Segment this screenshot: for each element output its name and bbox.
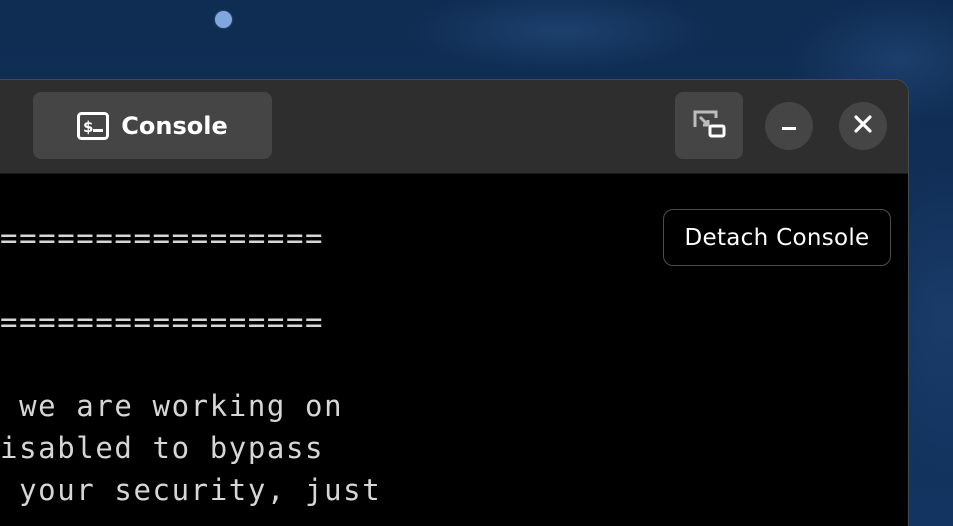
terminal-line: d we are working on [0,389,344,423]
console-window: $ Console ================== ===========… [0,79,909,526]
terminal-line: ================== [0,221,325,255]
close-button[interactable] [839,102,887,150]
detach-console-button[interactable] [675,92,743,159]
detach-console-tooltip: Detach Console [663,209,891,266]
detach-window-icon [692,109,726,143]
terminal-line: disabled to bypass [0,431,325,465]
minimize-button[interactable] [765,102,813,150]
minimize-icon [780,115,798,137]
terminal-line: t your security, just [0,473,382,507]
close-icon [853,114,873,138]
desktop-dot-icon [215,11,232,28]
svg-text:$: $ [83,118,93,136]
window-titlebar: $ Console [0,80,908,174]
desktop-background: $ Console ================== ===========… [0,0,953,526]
terminal-output[interactable]: ================== ================== d … [0,174,908,526]
terminal-line: ================== [0,305,325,339]
tab-console[interactable]: $ Console [33,92,272,159]
tab-console-label: Console [121,111,228,140]
terminal-icon: $ [77,111,110,140]
